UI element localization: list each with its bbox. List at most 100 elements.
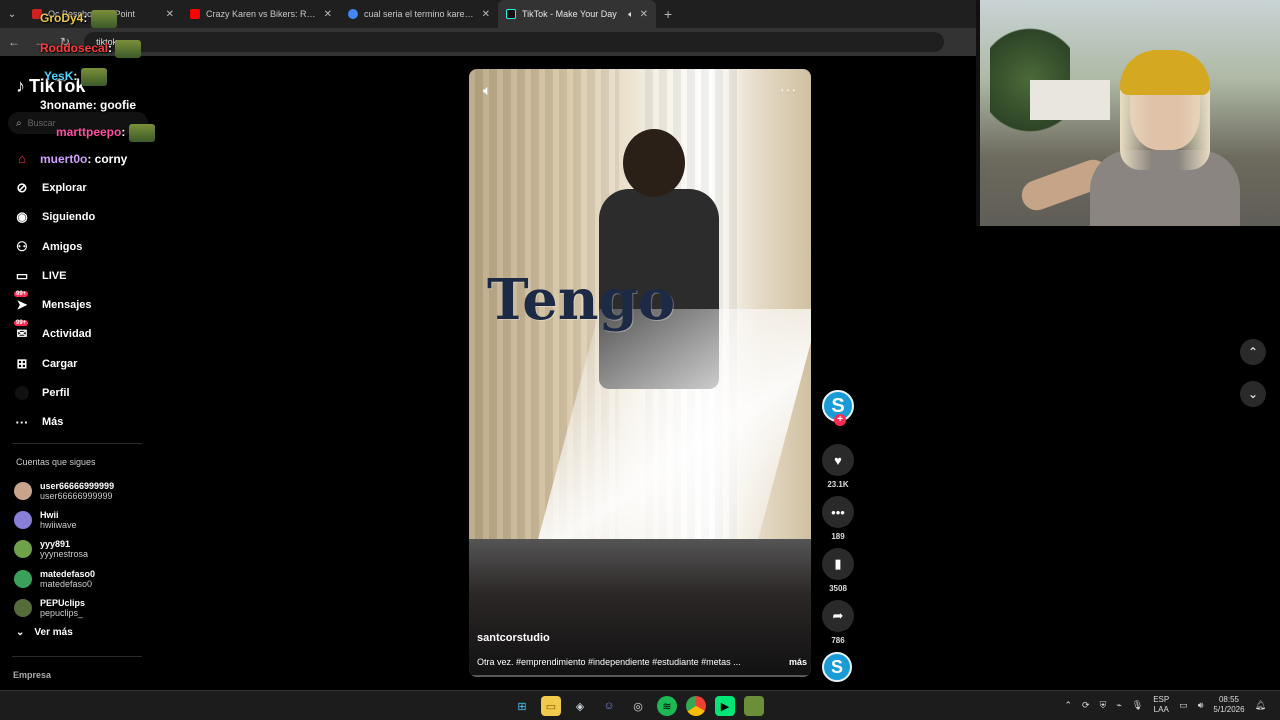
following-account[interactable]: PEPUclips pepuclips_ bbox=[14, 593, 160, 622]
music-disc-avatar[interactable]: S bbox=[822, 652, 852, 682]
sync-icon[interactable]: ⟳ bbox=[1082, 700, 1090, 711]
video-player[interactable]: Tengo 🔈︎ ··· santcorstudio Otra vez. #em… bbox=[469, 69, 811, 677]
search-placeholder: Buscar bbox=[27, 118, 56, 128]
close-tab-icon[interactable]: ✕ bbox=[482, 9, 490, 20]
avatar bbox=[14, 510, 32, 529]
save-count: 3508 bbox=[829, 584, 847, 593]
ver-mas-button[interactable]: ⌄ Ver más bbox=[16, 627, 73, 638]
chrome-icon[interactable] bbox=[686, 696, 706, 716]
share-button[interactable]: ➦ bbox=[822, 600, 854, 632]
windows-start-icon[interactable]: ⊞ bbox=[512, 696, 532, 716]
close-tab-icon[interactable]: ✕ bbox=[640, 9, 648, 20]
next-video-button[interactable]: ⌄ bbox=[1240, 381, 1266, 407]
url-input[interactable]: tiktok.com bbox=[84, 32, 945, 52]
sidebar-item-label: Perfil bbox=[42, 387, 70, 400]
chevron-up-icon[interactable]: ⌃ bbox=[1065, 700, 1073, 711]
browser-tab[interactable]: cual seria el termino karen en e ✕ bbox=[340, 0, 498, 28]
account-handle: yyynestrosa bbox=[40, 549, 89, 560]
caption-text: Otra vez. #emprendimiento #independiente… bbox=[477, 657, 741, 667]
tab-search-icon[interactable]: ⌄ bbox=[0, 0, 24, 28]
new-tab-button[interactable]: + bbox=[656, 6, 680, 22]
notification-icon[interactable]: 🔔︎ bbox=[1255, 700, 1266, 711]
more-icon: ··· bbox=[15, 414, 29, 430]
close-tab-icon[interactable]: ✕ bbox=[166, 9, 174, 20]
follow-plus-icon[interactable]: + bbox=[834, 414, 846, 426]
more-options-icon[interactable]: ··· bbox=[780, 81, 797, 97]
network-icon[interactable]: ⌁ bbox=[1116, 700, 1121, 711]
caption-more-button[interactable]: más bbox=[789, 657, 807, 667]
account-handle: pepuclips_ bbox=[40, 607, 84, 618]
save-button[interactable]: ▮ bbox=[822, 548, 854, 580]
browser-tab[interactable]: Crazy Karen vs Bikers: Road Rag ✕ bbox=[182, 0, 340, 28]
friends-icon: ⚇ bbox=[16, 238, 28, 254]
account-handle: hwiiwave bbox=[40, 519, 77, 530]
avatar bbox=[14, 481, 32, 500]
green-app-icon[interactable]: ▶ bbox=[715, 696, 735, 716]
messages-icon: ➤ 99+ bbox=[14, 291, 29, 313]
back-icon[interactable]: ← bbox=[8, 35, 20, 49]
creator-avatar[interactable]: S + bbox=[822, 390, 854, 426]
share-count: 786 bbox=[831, 636, 845, 645]
steam-icon[interactable]: ◈ bbox=[570, 696, 590, 716]
speaker-icon[interactable]: 🔈︎ bbox=[628, 9, 633, 20]
emote-icon bbox=[80, 68, 107, 86]
avatar-letter: S bbox=[830, 656, 843, 677]
display-icon[interactable]: ▭ bbox=[1179, 700, 1188, 711]
minecraft-icon[interactable] bbox=[744, 696, 764, 716]
sidebar-nav: ⌂ ⊘ Explorar ◉ Siguiendo ⚇ Amigos ▭ LIVE… bbox=[12, 144, 152, 437]
mic-icon[interactable]: 🎙︎ bbox=[1132, 700, 1143, 711]
following-account[interactable]: yyy891 yyynestrosa bbox=[14, 535, 160, 564]
youtube-icon bbox=[190, 9, 200, 19]
sidebar-item-perfil[interactable]: Perfil bbox=[12, 378, 152, 407]
chat-message: YesK: bbox=[44, 68, 107, 86]
sidebar-item-mensajes[interactable]: ➤ 99+ Mensajes bbox=[12, 290, 152, 319]
sidebar-item-explorar[interactable]: ⊘ Explorar bbox=[12, 173, 152, 202]
chat-message: marttpeepo: bbox=[56, 124, 155, 142]
obs-icon[interactable]: ◎ bbox=[628, 696, 648, 716]
webcam-person-hat bbox=[1120, 50, 1210, 95]
upload-icon: ⊞ bbox=[16, 355, 28, 371]
sidebar-item-label: LIVE bbox=[42, 269, 67, 282]
address-bar: ← → ↻ tiktok.com bbox=[0, 28, 976, 56]
comment-button[interactable]: ••• bbox=[822, 496, 854, 528]
following-account[interactable]: matedefaso0 matedefaso0 bbox=[14, 564, 160, 593]
sidebar-item-live[interactable]: ▭ LIVE bbox=[12, 261, 152, 290]
sidebar-item-cargar[interactable]: ⊞ Cargar bbox=[12, 349, 152, 378]
chat-user: marttpeepo bbox=[56, 125, 122, 140]
shield-icon[interactable]: ⛨ bbox=[1100, 700, 1107, 711]
video-progress-bar[interactable] bbox=[469, 675, 811, 677]
previous-video-button[interactable]: ⌃ bbox=[1240, 339, 1266, 365]
chat-user: YesK bbox=[44, 69, 74, 84]
volume-icon[interactable]: 🔊︎ bbox=[1198, 700, 1204, 711]
webcam-background-house bbox=[1030, 80, 1110, 120]
emote-icon bbox=[90, 10, 117, 28]
clock-time: 08:55 bbox=[1218, 695, 1239, 704]
language-indicator[interactable]: ESP LAA bbox=[1153, 695, 1169, 715]
avatar bbox=[14, 540, 32, 559]
google-icon bbox=[348, 9, 358, 19]
spotify-icon[interactable]: ≋ bbox=[657, 696, 677, 716]
empresa-link[interactable]: Empresa bbox=[13, 670, 51, 680]
video-author[interactable]: santcorstudio bbox=[477, 632, 550, 644]
avatar bbox=[14, 569, 32, 588]
volume-icon[interactable]: 🔈︎ bbox=[483, 82, 491, 99]
windows-taskbar: ⊞ ▭ ◈ ☺ ◎ ≋ ▶ ⌃ ⟳ ⛨ ⌁ 🎙︎ ESP LAA ▭ 🔊︎ 08… bbox=[0, 690, 1280, 720]
comment-count: 189 bbox=[831, 532, 845, 541]
sidebar-item-label: Cargar bbox=[42, 357, 78, 370]
tab-title: cual seria el termino karen en e bbox=[364, 9, 476, 19]
sidebar-item-mas[interactable]: ··· Más bbox=[12, 408, 152, 437]
discord-icon[interactable]: ☺ bbox=[599, 696, 619, 716]
close-tab-icon[interactable]: ✕ bbox=[324, 9, 332, 20]
sidebar-item-amigos[interactable]: ⚇ Amigos bbox=[12, 232, 152, 261]
following-account[interactable]: Hwii hwiiwave bbox=[14, 505, 160, 534]
lang-bottom: LAA bbox=[1153, 705, 1169, 714]
clock[interactable]: 08:55 5/1/2026 bbox=[1213, 695, 1244, 715]
browser-tab-active[interactable]: TikTok - Make Your Day 🔈︎ ✕ bbox=[498, 0, 656, 28]
like-button[interactable]: ♥ bbox=[822, 444, 854, 476]
file-explorer-icon[interactable]: ▭ bbox=[541, 696, 561, 716]
sidebar-item-label: Más bbox=[42, 416, 64, 429]
chat-message: Roddosecal: bbox=[40, 40, 142, 58]
sidebar-item-siguiendo[interactable]: ◉ Siguiendo bbox=[12, 203, 152, 232]
following-account[interactable]: user66666999999 user66666999999 bbox=[14, 476, 160, 505]
sidebar-item-actividad[interactable]: ✉ 99+ Actividad bbox=[12, 320, 152, 349]
